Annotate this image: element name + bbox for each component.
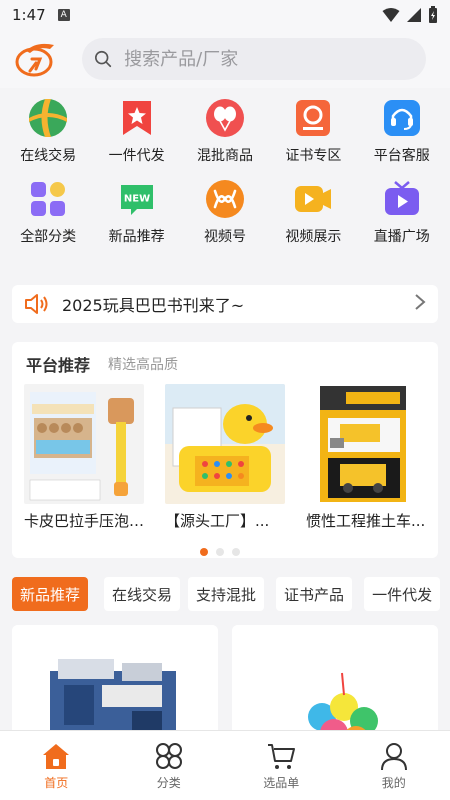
category-customer-service[interactable]: 平台客服 — [358, 98, 446, 165]
product-image — [232, 625, 438, 745]
category-dropship[interactable]: 一件代发 — [92, 98, 180, 165]
search-bar[interactable] — [82, 38, 426, 80]
category-all[interactable]: 全部分类 — [4, 179, 92, 246]
balloons-icon — [205, 98, 245, 138]
app-logo-icon[interactable] — [14, 37, 58, 81]
grid-icon — [28, 179, 68, 219]
bottom-navigation: 首页 分类 选品单 我的 — [0, 730, 450, 800]
category-label: 视频展示 — [285, 229, 342, 245]
category-label: 平台客服 — [373, 148, 430, 164]
nav-selection-list[interactable]: 选品单 — [225, 731, 338, 800]
nav-category[interactable]: 分类 — [113, 731, 226, 800]
status-icons — [382, 6, 438, 24]
carousel-dot-active — [200, 548, 208, 556]
category-certificate[interactable]: 证书专区 — [269, 98, 357, 165]
product-image — [12, 625, 218, 745]
product-card[interactable]: 卡皮巴拉手压泡泡枪... — [24, 384, 146, 531]
product-feed-card[interactable] — [12, 625, 218, 745]
video-channel-icon — [205, 179, 245, 219]
nav-profile[interactable]: 我的 — [338, 731, 450, 800]
carousel-dot — [232, 548, 240, 556]
battery-icon — [429, 6, 437, 23]
video-play-icon — [293, 179, 333, 219]
notification-badge-icon: A — [57, 9, 70, 21]
tab-new-products[interactable]: 新品推荐 — [12, 577, 89, 611]
product-feed-card[interactable] — [232, 625, 438, 745]
wifi-icon — [382, 8, 400, 22]
category-video-channel[interactable]: 视频号 — [181, 179, 269, 246]
nav-label: 我的 — [381, 776, 406, 790]
nav-label: 选品单 — [263, 776, 300, 790]
nav-label: 分类 — [156, 776, 181, 790]
category-online-trade[interactable]: 在线交易 — [4, 98, 92, 165]
category-grid: 在线交易 一件代发 混批商品 证书专区 平台客服 全部分类 NEW 新品推荐 视… — [0, 88, 450, 246]
headset-icon — [382, 98, 422, 138]
tab-certified-products[interactable]: 证书产品 — [276, 577, 353, 611]
globe-icon — [28, 98, 68, 138]
product-image — [165, 384, 285, 504]
category-label: 一件代发 — [108, 148, 165, 164]
home-icon — [43, 744, 70, 769]
product-name: 【源头工厂】... — [165, 512, 270, 530]
category-label: 视频号 — [203, 229, 246, 245]
category-mixed-batch[interactable]: 混批商品 — [181, 98, 269, 165]
bookmark-star-icon — [117, 98, 157, 138]
category-label: 新品推荐 — [108, 229, 165, 245]
product-name: 惯性工程推土车... — [306, 512, 426, 530]
notice-bar[interactable]: 2025玩具巴巴书刊来了~ — [12, 285, 438, 323]
carousel-indicator — [200, 548, 240, 556]
category-icon — [155, 743, 182, 769]
product-card[interactable]: 【源头工厂】... — [165, 384, 285, 531]
certificate-icon — [293, 98, 333, 138]
category-label: 全部分类 — [20, 229, 77, 245]
section-title: 平台推荐 — [26, 356, 91, 375]
user-icon — [380, 743, 407, 771]
category-new-products[interactable]: NEW 新品推荐 — [92, 179, 180, 246]
category-label: 混批商品 — [196, 148, 253, 164]
svg-text:NEW: NEW — [123, 194, 149, 205]
search-icon — [94, 50, 112, 68]
category-label: 直播广场 — [373, 229, 430, 245]
search-input[interactable] — [124, 48, 414, 70]
tab-mixed-batch[interactable]: 支持混批 — [188, 577, 265, 611]
category-label: 证书专区 — [285, 148, 342, 164]
product-name: 卡皮巴拉手压泡泡枪... — [24, 512, 146, 530]
tab-online-trade[interactable]: 在线交易 — [104, 577, 181, 611]
tab-dropship[interactable]: 一件代发 — [364, 577, 441, 611]
nav-home[interactable]: 首页 — [0, 731, 113, 800]
header — [0, 30, 450, 88]
new-badge-icon: NEW — [117, 179, 157, 219]
filter-tabs: 新品推荐 在线交易 支持混批 证书产品 一件代发 — [12, 577, 441, 611]
cart-icon — [268, 744, 296, 769]
signal-icon — [407, 8, 421, 22]
chevron-right-icon — [414, 292, 426, 316]
live-tv-icon — [382, 179, 422, 219]
carousel-dot — [216, 548, 224, 556]
product-image — [306, 384, 426, 504]
platform-recommend-section: 平台推荐 精选高品质 卡皮巴拉手压泡泡枪... — [12, 342, 438, 558]
status-time: 1:47 — [12, 6, 46, 24]
product-card[interactable]: 惯性工程推土车... — [306, 384, 426, 531]
category-live-plaza[interactable]: 直播广场 — [358, 179, 446, 246]
section-subtitle: 精选高品质 — [108, 357, 178, 373]
category-video-show[interactable]: 视频展示 — [269, 179, 357, 246]
speaker-icon — [25, 294, 48, 314]
product-image — [24, 384, 144, 504]
notice-text: 2025玩具巴巴书刊来了~ — [62, 296, 245, 315]
nav-label: 首页 — [44, 776, 69, 790]
category-label: 在线交易 — [20, 148, 77, 164]
status-bar: 1:47 A — [0, 0, 450, 30]
